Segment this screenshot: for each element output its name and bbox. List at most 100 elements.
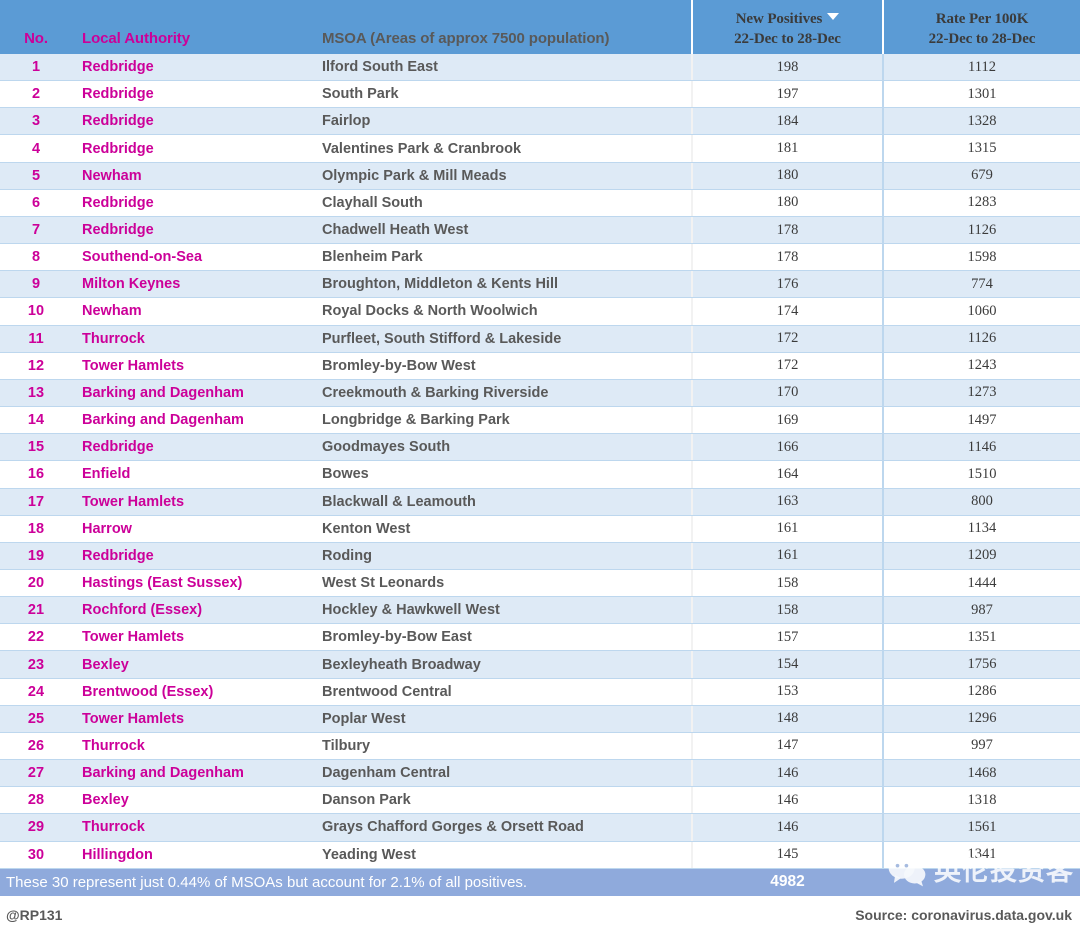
row-cell-local-authority: Redbridge xyxy=(82,439,154,456)
caret-down-icon[interactable] xyxy=(827,13,840,20)
table-row[interactable]: 12 Tower Hamlets Bromley-by-Bow West 172 124… xyxy=(0,352,1080,380)
row-cell-rate: 1126 xyxy=(967,330,997,347)
table-row[interactable]: 15 Redbridge Goodmayes South 166 1146 xyxy=(0,434,1080,462)
table-row[interactable]: 11 Thurrock Purfleet, South Stifford & Lak… xyxy=(0,325,1080,353)
row-cell-no: 2 xyxy=(31,86,41,103)
table-row[interactable]: 26 Thurrock Tilbury 147 997 xyxy=(0,732,1080,761)
table-row[interactable]: 6 Redbridge Clayhall South 180 1283 xyxy=(0,189,1080,217)
row-cell-msoa: Blackwall & Leamouth xyxy=(322,493,476,510)
row-cell-new-positives: 178 xyxy=(691,244,884,271)
table-row[interactable]: 4 Redbridge Valentines Park & Cranbrook 181… xyxy=(0,135,1080,163)
table-row[interactable]: 2 Redbridge South Park 197 1301 xyxy=(0,81,1080,109)
row-cell-rate: 1146 xyxy=(967,438,997,455)
column-header-new-positives[interactable]: New Positives 22-Dec to 28-Dec xyxy=(691,0,884,54)
row-cell-local-authority: Redbridge xyxy=(82,113,154,130)
table-row[interactable]: 17 Tower Hamlets Blackwall & Leamouth 163 80… xyxy=(0,488,1080,516)
table-row[interactable]: 7 Redbridge Chadwell Heath West 178 1126 xyxy=(0,216,1080,245)
row-cell-rate: 679 xyxy=(971,167,993,184)
table-row[interactable]: 10 Newham Royal Docks & North Woolwich 174 1… xyxy=(0,298,1080,326)
column-header-new-positives-range: 22-Dec to 28-Dec xyxy=(734,31,841,47)
row-cell-local-authority: Redbridge xyxy=(82,86,154,103)
table-row[interactable]: 23 Bexley Bexleyheath Broadway 154 1756 xyxy=(0,651,1080,679)
row-cell-no: 26 xyxy=(27,737,45,754)
row-cell-msoa: Poplar West xyxy=(322,710,406,727)
table-page: No. Local Authority MSOA (Areas of appro… xyxy=(0,0,1080,934)
row-cell-no: 20 xyxy=(27,575,45,592)
row-cell-new-positives: 180 xyxy=(691,162,884,189)
row-cell-local-authority: Newham xyxy=(82,167,142,184)
row-cell-rate: 1561 xyxy=(967,818,997,835)
table-row[interactable]: 30 Hillingdon Yeading West 145 1341 xyxy=(0,841,1080,869)
row-cell-rate: 1318 xyxy=(967,791,997,808)
row-cell-no: 8 xyxy=(31,249,41,266)
row-cell-msoa: Grays Chafford Gorges & Orsett Road xyxy=(322,819,584,836)
column-header-rate-range: 22-Dec to 28-Dec xyxy=(928,31,1036,47)
row-cell-no: 7 xyxy=(31,222,41,239)
row-cell-msoa: West St Leonards xyxy=(322,575,445,592)
row-cell-msoa: Roding xyxy=(322,547,372,564)
row-cell-new-positives: 154 xyxy=(691,651,884,678)
row-cell-new-positives: 158 xyxy=(691,597,884,624)
table-row[interactable]: 22 Tower Hamlets Bromley-by-Bow East 157 135… xyxy=(0,624,1080,652)
row-cell-new-positives: 158 xyxy=(691,569,884,597)
row-cell-local-authority: Thurrock xyxy=(82,819,145,836)
row-cell-no: 1 xyxy=(31,59,41,76)
row-cell-no: 18 xyxy=(27,520,45,537)
row-cell-no: 13 xyxy=(27,384,45,401)
table-header-row: No. Local Authority MSOA (Areas of appro… xyxy=(0,0,1080,54)
row-cell-new-positives: 181 xyxy=(691,135,884,162)
table-row[interactable]: 27 Barking and Dagenham Dagenham Central 14… xyxy=(0,760,1080,788)
row-cell-rate: 1497 xyxy=(967,411,997,428)
row-cell-local-authority: Redbridge xyxy=(82,59,154,76)
row-cell-rate: 1328 xyxy=(967,112,997,129)
row-cell-local-authority: Newham xyxy=(82,303,142,320)
row-cell-new-positives: 161 xyxy=(691,542,884,569)
column-header-msoa[interactable]: MSOA (Areas of approx 7500 population) xyxy=(310,0,691,54)
table-row[interactable]: 13 Barking and Dagenham Creekmouth & Barki… xyxy=(0,379,1080,408)
column-header-rate-per-100k[interactable]: Rate Per 100K 22-Dec to 28-Dec xyxy=(884,0,1080,54)
table-row[interactable]: 29 Thurrock Grays Chafford Gorges & Orsett… xyxy=(0,814,1080,842)
row-cell-rate: 997 xyxy=(971,737,993,754)
row-cell-local-authority: Redbridge xyxy=(82,547,154,564)
row-cell-rate: 1112 xyxy=(968,58,996,75)
summary-total: 4982 xyxy=(770,873,805,891)
table-row[interactable]: 20 Hastings (East Sussex) West St Leonards… xyxy=(0,569,1080,598)
table-row[interactable]: 16 Enfield Bowes 164 1510 xyxy=(0,461,1080,489)
table-row[interactable]: 18 Harrow Kenton West 161 1134 xyxy=(0,515,1080,543)
row-cell-new-positives: 198 xyxy=(691,54,884,81)
row-cell-local-authority: Barking and Dagenham xyxy=(82,765,244,782)
table-row[interactable]: 1 Redbridge Ilford South East 198 1112 xyxy=(0,54,1080,82)
table-row[interactable]: 8 Southend-on-Sea Blenheim Park 178 1598 xyxy=(0,244,1080,272)
column-header-no-label: No. xyxy=(24,30,48,47)
row-cell-local-authority: Rochford (Essex) xyxy=(82,602,203,619)
table-row[interactable]: 14 Barking and Dagenham Longbridge & Barki… xyxy=(0,407,1080,435)
row-cell-new-positives: 161 xyxy=(691,515,884,542)
row-cell-new-positives: 148 xyxy=(691,705,884,732)
column-header-no[interactable]: No. xyxy=(0,0,72,54)
row-cell-msoa: Ilford South East xyxy=(322,59,438,76)
row-cell-msoa: Clayhall South xyxy=(322,194,423,211)
table-row[interactable]: 24 Brentwood (Essex) Brentwood Central 153 1… xyxy=(0,678,1080,706)
row-cell-rate: 1286 xyxy=(967,683,997,700)
row-cell-new-positives: 172 xyxy=(691,352,884,379)
column-header-local-authority-label: Local Authority xyxy=(82,30,190,47)
table-row[interactable]: 5 Newham Olympic Park & Mill Meads 180 679 xyxy=(0,162,1080,190)
row-cell-local-authority: Redbridge xyxy=(82,222,154,239)
table-row[interactable]: 9 Milton Keynes Broughton, Middleton & Ken… xyxy=(0,271,1080,299)
row-cell-no: 11 xyxy=(28,330,44,347)
row-cell-no: 23 xyxy=(27,656,45,673)
column-header-new-positives-text: New Positives xyxy=(735,11,823,27)
table-row[interactable]: 25 Tower Hamlets Poplar West 148 1296 xyxy=(0,705,1080,733)
column-header-local-authority[interactable]: Local Authority xyxy=(72,0,310,54)
row-cell-msoa: Tilbury xyxy=(322,737,371,754)
table-row[interactable]: 3 Redbridge Fairlop 184 1328 xyxy=(0,108,1080,136)
table-row[interactable]: 28 Bexley Danson Park 146 1318 xyxy=(0,787,1080,815)
row-cell-local-authority: Milton Keynes xyxy=(82,276,181,293)
row-cell-no: 25 xyxy=(27,710,45,727)
table-row[interactable]: 19 Redbridge Roding 161 1209 xyxy=(0,542,1080,570)
row-cell-no: 16 xyxy=(27,466,45,483)
footer-source: Source: coronavirus.data.gov.uk xyxy=(855,906,1072,923)
row-cell-new-positives: 184 xyxy=(691,108,884,135)
table-row[interactable]: 21 Rochford (Essex) Hockley & Hawkwell Wes… xyxy=(0,597,1080,625)
row-cell-local-authority: Tower Hamlets xyxy=(82,493,185,510)
